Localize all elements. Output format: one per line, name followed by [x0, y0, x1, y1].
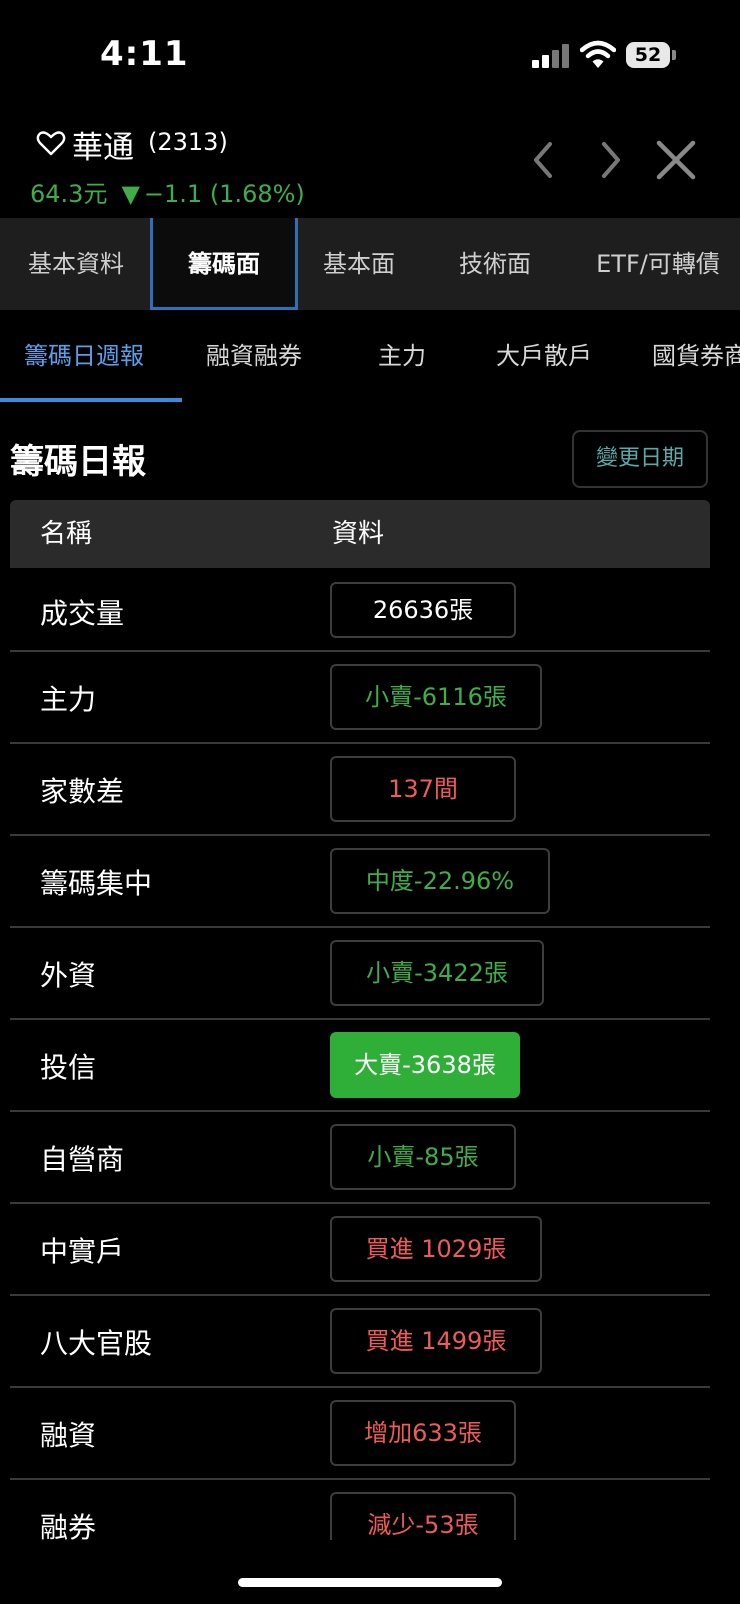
subtab-margin-trading[interactable]: 融資融券 [206, 310, 302, 402]
row-label: 自營商 [40, 1143, 125, 1176]
row-label: 融資 [40, 1419, 97, 1452]
row-value: 大賣-3638張 [330, 1032, 520, 1098]
row-label: 外資 [40, 959, 97, 992]
row-label: 中實戶 [40, 1235, 125, 1268]
section-title: 籌碼日報 [10, 442, 146, 482]
row-value: 137間 [330, 756, 516, 822]
sub-tab-bar: 籌碼日週報 融資融券 主力 大戶散戶 國貨券商 [0, 310, 740, 402]
wifi-icon [580, 40, 616, 68]
price-change: −1.1 (1.68%) [143, 180, 305, 208]
row-value: 26636張 [330, 582, 516, 638]
table-row: 外資 小賣-3422張 [10, 928, 710, 1020]
subtab-brokers[interactable]: 國貨券商 [652, 310, 740, 402]
stock-name: 華通 [72, 130, 134, 166]
main-tab-bar: 基本資料 籌碼面 基本面 技術面 ETF/可轉債 [0, 218, 740, 310]
subtab-chip-report[interactable]: 籌碼日週報 [24, 310, 144, 402]
row-label: 八大官股 [40, 1327, 153, 1360]
subtab-main-force[interactable]: 主力 [378, 310, 426, 402]
battery-icon: 52 [626, 42, 676, 68]
down-triangle-icon: ▼ [121, 180, 140, 208]
status-time: 4:11 [100, 34, 189, 74]
tab-fundamentals[interactable]: 基本面 [298, 218, 420, 310]
price-line: 64.3元 ▼ −1.1 (1.68%) [30, 174, 305, 209]
row-value: 買進 1499張 [330, 1308, 542, 1374]
row-value: 小賣-85張 [330, 1124, 516, 1190]
tab-technical[interactable]: 技術面 [430, 218, 560, 310]
home-indicator[interactable] [238, 1578, 502, 1587]
chevron-right-icon[interactable] [588, 138, 632, 182]
row-label: 融券 [40, 1511, 97, 1540]
row-value: 小賣-3422張 [330, 940, 544, 1006]
table-header: 名稱 資料 [10, 500, 710, 568]
status-bar: 4:11 52 [0, 0, 740, 110]
row-value: 中度-22.96% [330, 848, 550, 914]
cellular-signal-icon [532, 44, 572, 68]
table-row: 投信 大賣-3638張 [10, 1020, 710, 1112]
heart-icon[interactable] [36, 128, 66, 158]
row-value: 小賣-6116張 [330, 664, 542, 730]
table-row: 融資 增加633張 [10, 1388, 710, 1480]
chevron-left-icon[interactable] [522, 138, 566, 182]
row-label: 成交量 [40, 597, 125, 630]
table-row: 家數差 137間 [10, 744, 710, 836]
tab-basic-info[interactable]: 基本資料 [0, 218, 152, 310]
row-value: 增加633張 [330, 1400, 516, 1466]
row-label: 主力 [40, 683, 97, 716]
table-row: 籌碼集中 中度-22.96% [10, 836, 710, 928]
table-row: 中實戶 買進 1029張 [10, 1204, 710, 1296]
stock-code: (2313) [148, 128, 228, 156]
table-row: 成交量 26636張 [10, 570, 710, 652]
table-row: 八大官股 買進 1499張 [10, 1296, 710, 1388]
active-subtab-indicator [0, 398, 182, 402]
header-name: 名稱 [40, 519, 93, 549]
row-label: 籌碼集中 [40, 867, 153, 900]
table-row: 主力 小賣-6116張 [10, 652, 710, 744]
table-row: 自營商 小賣-85張 [10, 1112, 710, 1204]
row-value: 買進 1029張 [330, 1216, 542, 1282]
subtab-big-small-holders[interactable]: 大戶散戶 [496, 310, 592, 402]
row-label: 家數差 [40, 775, 125, 808]
change-date-button[interactable]: 變更日期 [572, 430, 708, 488]
row-value: 減少-53張 [330, 1492, 516, 1540]
tab-etf-convertible[interactable]: ETF/可轉債 [576, 218, 740, 310]
stock-price: 64.3元 [30, 180, 108, 208]
row-label: 投信 [40, 1051, 97, 1084]
table-row: 融券 減少-53張 [10, 1480, 710, 1540]
tab-chips[interactable]: 籌碼面 [150, 218, 298, 310]
stock-header: 華通 (2313) 64.3元 ▼ −1.1 (1.68%) [0, 118, 740, 214]
header-data: 資料 [332, 519, 385, 549]
close-icon[interactable] [654, 138, 698, 182]
battery-level: 52 [626, 42, 670, 68]
